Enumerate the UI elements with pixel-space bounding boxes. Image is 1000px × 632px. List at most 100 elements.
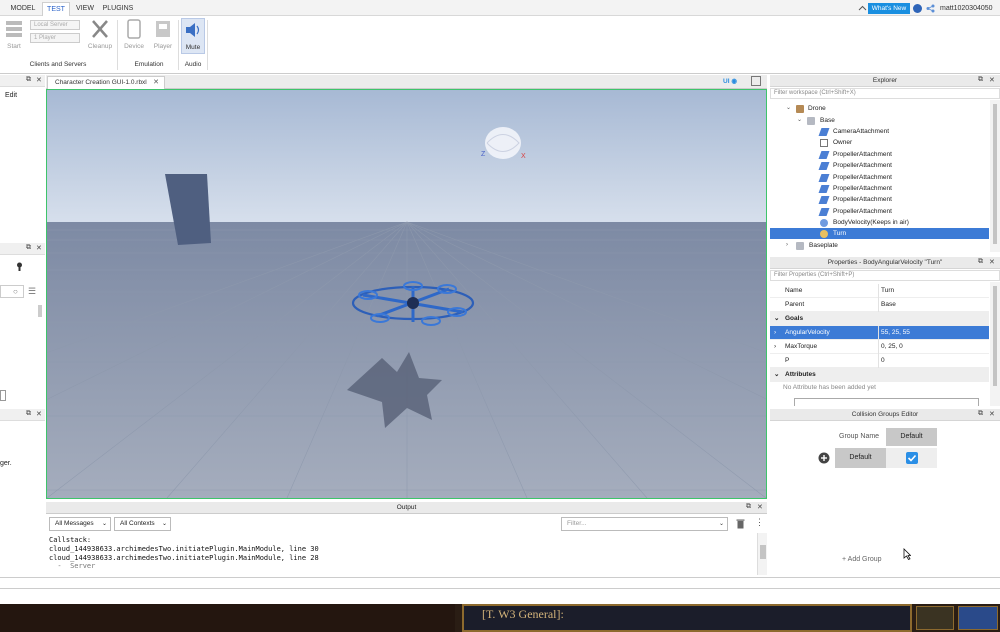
filter-settings-icon[interactable]: ☰ [28, 286, 36, 297]
properties-scrollbar[interactable] [990, 282, 1000, 406]
tree-item[interactable]: PropellerAttachment [770, 160, 989, 171]
game-icon-button[interactable] [958, 606, 998, 630]
close-icon[interactable]: ✕ [989, 76, 995, 84]
trash-icon[interactable] [736, 518, 745, 529]
tree-item[interactable]: PropellerAttachment [770, 194, 989, 205]
property-row-angularvelocity[interactable]: › AngularVelocity 55, 25, 55 [770, 326, 989, 340]
left-scrollbar[interactable] [38, 305, 42, 317]
float-icon[interactable]: ⧉ [26, 410, 31, 418]
collapse-arrow-icon[interactable]: › [786, 240, 788, 251]
close-icon[interactable]: ✕ [36, 410, 42, 418]
tree-item[interactable]: PropellerAttachment [770, 183, 989, 194]
mute-button[interactable]: Mute [181, 18, 205, 54]
collision-row-header[interactable]: Default [835, 448, 886, 468]
close-icon[interactable]: ✕ [757, 503, 763, 511]
close-icon[interactable]: ✕ [989, 410, 995, 418]
document-tab-bar: Character Creation GUI-1.0.rbxl ✕ UI ◉ [46, 75, 767, 89]
start-button[interactable]: Start [3, 18, 25, 58]
collision-column-header[interactable]: Default [886, 428, 937, 446]
expand-arrow-icon[interactable]: ⌄ [797, 115, 802, 126]
property-category-goals[interactable]: ⌄ Goals [770, 312, 989, 326]
add-group-button[interactable]: + Add Group [842, 556, 882, 563]
collapse-arrow-icon[interactable]: ⌄ [774, 312, 779, 326]
property-row-name[interactable]: Name Turn [770, 284, 989, 298]
close-icon[interactable]: ✕ [989, 258, 995, 266]
checkbox-checked-icon[interactable] [906, 452, 918, 464]
explorer-scrollbar[interactable] [990, 100, 1000, 252]
close-icon[interactable]: ✕ [36, 244, 42, 252]
tree-item[interactable]: PropellerAttachment [770, 172, 989, 183]
contexts-filter-select[interactable]: All Contexts ⌄ [114, 517, 171, 531]
close-tab-icon[interactable]: ✕ [153, 77, 159, 89]
property-value[interactable]: 55, 25, 55 [881, 326, 910, 340]
tab-plugins[interactable]: PLUGINS [100, 2, 136, 16]
client-server-select[interactable]: Local Server [30, 20, 80, 30]
ui-toggle[interactable]: UI ◉ [723, 77, 737, 85]
scroll-thumb[interactable] [993, 286, 997, 386]
property-value[interactable]: Turn [881, 284, 894, 298]
explorer-filter-input[interactable]: Filter workspace (Ctrl+Shift+X) [770, 88, 1000, 99]
close-icon[interactable]: ✕ [36, 76, 42, 84]
share-icon[interactable] [926, 4, 935, 13]
properties-filter-input[interactable]: Filter Properties (Ctrl+Shift+P) [770, 270, 1000, 281]
float-icon[interactable]: ⧉ [978, 410, 983, 418]
property-value[interactable]: 0, 25, 0 [881, 340, 903, 354]
player-count-select[interactable]: 1 Player [30, 33, 80, 43]
left-search-input[interactable]: ○ [0, 285, 24, 298]
device-button[interactable]: Device [121, 18, 147, 58]
float-icon[interactable]: ⧉ [26, 76, 31, 84]
whats-new-button[interactable]: What's New [868, 3, 910, 14]
command-bar-input[interactable] [0, 577, 1000, 589]
username-label[interactable]: matt1020304050 [940, 3, 993, 14]
expand-arrow-icon[interactable]: › [774, 326, 776, 340]
game-icon-button[interactable] [916, 606, 954, 630]
ribbon-toolbar: Start Local Server 1 Player Cleanup Clie… [0, 16, 1000, 74]
expand-arrow-icon[interactable]: › [774, 340, 776, 354]
output-scrollbar[interactable] [757, 533, 767, 575]
expand-arrow-icon[interactable]: ⌄ [786, 103, 791, 114]
part-icon [796, 242, 804, 250]
tab-view[interactable]: VIEW [72, 2, 98, 16]
left-small-button[interactable] [0, 390, 6, 401]
property-row-p[interactable]: P 0 [770, 354, 989, 368]
tree-item[interactable]: PropellerAttachment [770, 206, 989, 217]
tree-item-baseplate[interactable]: › Baseplate [770, 240, 989, 251]
property-category-attributes[interactable]: ⌄ Attributes [770, 368, 989, 382]
edit-label[interactable]: Edit [5, 92, 17, 99]
add-circle-icon[interactable] [818, 452, 830, 464]
tree-item[interactable]: Owner [770, 137, 989, 148]
bulb-icon[interactable] [17, 262, 22, 271]
collapse-arrow-icon[interactable]: ⌄ [774, 368, 779, 382]
scroll-thumb[interactable] [760, 545, 766, 559]
property-value[interactable]: Base [881, 298, 896, 312]
property-row-parent[interactable]: Parent Base [770, 298, 989, 312]
tree-item[interactable]: CameraAttachment [770, 126, 989, 137]
tree-item[interactable]: BodyVelocity(Keeps in air) [770, 217, 989, 228]
tab-model[interactable]: MODEL [6, 2, 40, 16]
tree-item-drone[interactable]: ⌄ Drone [770, 103, 989, 114]
help-icon[interactable] [913, 4, 922, 13]
tree-item-base[interactable]: ⌄ Base [770, 115, 989, 126]
float-icon[interactable]: ⧉ [26, 244, 31, 252]
property-value[interactable]: 0 [881, 354, 885, 368]
player-emulator-button[interactable]: Player [150, 18, 176, 58]
scroll-thumb[interactable] [993, 104, 997, 244]
messages-filter-select[interactable]: All Messages ⌄ [49, 517, 111, 531]
3d-viewport[interactable]: Z X [46, 89, 767, 499]
add-attribute-button[interactable] [794, 398, 979, 406]
collapse-ribbon-icon[interactable] [858, 4, 867, 13]
cleanup-label: Cleanup [87, 43, 113, 50]
tree-item-selected[interactable]: Turn [770, 228, 989, 239]
tab-test[interactable]: TEST [42, 2, 70, 16]
float-icon[interactable]: ⧉ [978, 258, 983, 266]
cleanup-button[interactable]: Cleanup [86, 18, 114, 58]
more-options-icon[interactable]: ⋮ [755, 517, 764, 528]
output-search-input[interactable]: Filter... ⌄ [561, 517, 728, 531]
fullscreen-icon[interactable] [751, 76, 761, 86]
property-row-maxtorque[interactable]: › MaxTorque 0, 25, 0 [770, 340, 989, 354]
collision-cell[interactable] [886, 448, 937, 468]
tree-item[interactable]: PropellerAttachment [770, 149, 989, 160]
float-icon[interactable]: ⧉ [746, 503, 751, 511]
document-tab[interactable]: Character Creation GUI-1.0.rbxl ✕ [47, 76, 165, 89]
float-icon[interactable]: ⧉ [978, 76, 983, 84]
